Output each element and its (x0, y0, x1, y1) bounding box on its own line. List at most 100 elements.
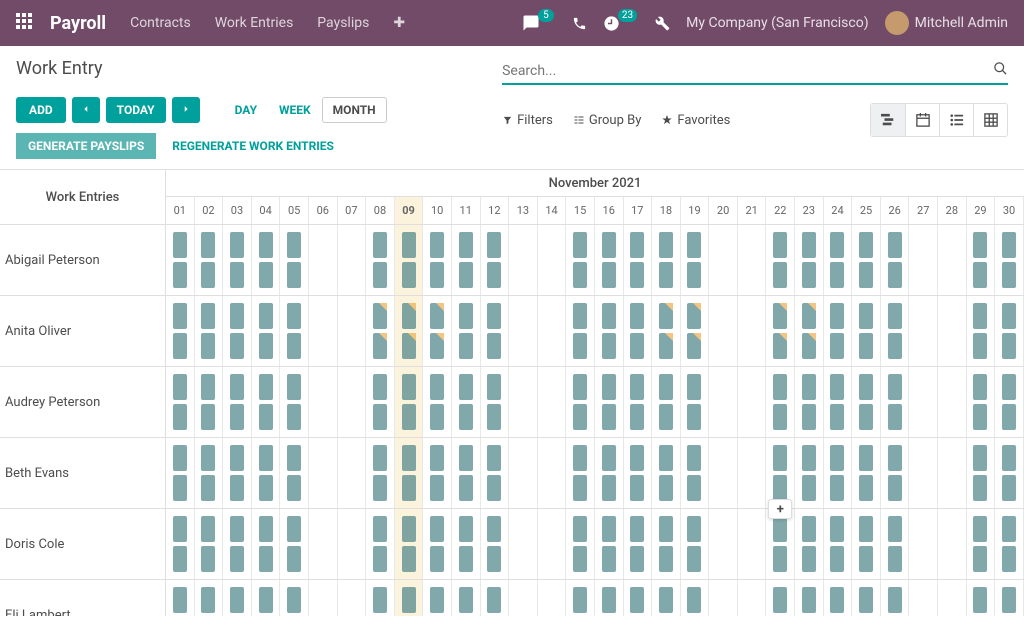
work-entry-pill[interactable] (687, 232, 701, 258)
gantt-cell[interactable] (509, 509, 538, 579)
gantt-cell[interactable] (452, 438, 481, 508)
gantt-cell[interactable] (824, 296, 853, 366)
gantt-cell[interactable] (223, 367, 252, 437)
gantt-cell[interactable] (852, 438, 881, 508)
work-entry-pill[interactable] (201, 516, 215, 542)
work-entry-pill[interactable] (830, 232, 844, 258)
work-entry-pill[interactable] (802, 445, 816, 471)
gantt-cell[interactable] (738, 296, 767, 366)
work-entry-pill[interactable] (630, 445, 644, 471)
work-entry-pill[interactable] (173, 374, 187, 400)
work-entry-pill[interactable] (830, 445, 844, 471)
gantt-cell[interactable] (338, 580, 367, 616)
add-button[interactable]: ADD (16, 97, 66, 123)
work-entry-pill[interactable] (259, 262, 273, 288)
work-entry-pill[interactable] (402, 404, 416, 430)
work-entry-pill[interactable] (859, 232, 873, 258)
work-entry-pill[interactable] (430, 445, 444, 471)
work-entry-pill[interactable] (459, 374, 473, 400)
work-entry-pill[interactable] (573, 587, 587, 613)
gantt-cell[interactable] (280, 438, 309, 508)
work-entry-pill[interactable] (630, 262, 644, 288)
work-entry-pill[interactable] (773, 303, 787, 329)
gantt-cell[interactable] (967, 367, 996, 437)
work-entry-pill[interactable] (630, 475, 644, 501)
work-entry-pill[interactable] (659, 546, 673, 572)
work-entry-pill[interactable] (630, 404, 644, 430)
work-entry-pill[interactable] (602, 404, 616, 430)
gantt-cell[interactable] (652, 296, 681, 366)
work-entry-pill[interactable] (888, 262, 902, 288)
gantt-cell[interactable] (166, 225, 195, 295)
work-entry-pill[interactable] (201, 303, 215, 329)
gantt-cell[interactable] (938, 509, 967, 579)
gantt-cell[interactable] (252, 580, 281, 616)
work-entry-pill[interactable] (230, 232, 244, 258)
gantt-cell[interactable] (709, 296, 738, 366)
work-entry-pill[interactable] (487, 333, 501, 359)
work-entry-pill[interactable] (630, 303, 644, 329)
work-entry-pill[interactable] (201, 475, 215, 501)
gantt-cell[interactable] (738, 438, 767, 508)
work-entry-pill[interactable] (402, 232, 416, 258)
work-entry-pill[interactable] (802, 475, 816, 501)
work-entry-pill[interactable] (287, 445, 301, 471)
gantt-cell[interactable] (595, 296, 624, 366)
work-entry-pill[interactable] (487, 262, 501, 288)
gantt-cell[interactable] (509, 225, 538, 295)
work-entry-pill[interactable] (659, 374, 673, 400)
work-entry-pill[interactable] (459, 445, 473, 471)
work-entry-pill[interactable] (773, 404, 787, 430)
work-entry-pill[interactable] (802, 333, 816, 359)
gantt-cell[interactable] (652, 367, 681, 437)
regenerate-entries-button[interactable]: REGENERATE WORK ENTRIES (172, 133, 334, 159)
generate-payslips-button[interactable]: GENERATE PAYSLIPS (16, 133, 156, 159)
gantt-cell[interactable] (338, 367, 367, 437)
gantt-cell[interactable] (223, 225, 252, 295)
gantt-cell[interactable] (223, 438, 252, 508)
work-entry-pill[interactable] (659, 516, 673, 542)
groupby-button[interactable]: Group By (573, 113, 642, 128)
gantt-cell[interactable] (252, 367, 281, 437)
gantt-cell[interactable] (709, 580, 738, 616)
gantt-cell[interactable] (366, 438, 395, 508)
work-entry-pill[interactable] (487, 475, 501, 501)
work-entry-pill[interactable] (1002, 475, 1016, 501)
work-entry-pill[interactable] (802, 546, 816, 572)
gantt-cell[interactable] (595, 225, 624, 295)
gantt-cell[interactable] (881, 367, 910, 437)
gantt-cell[interactable] (852, 509, 881, 579)
company-selector[interactable]: My Company (San Francisco) (686, 15, 868, 31)
work-entry-pill[interactable] (630, 516, 644, 542)
work-entry-pill[interactable] (287, 404, 301, 430)
work-entry-pill[interactable] (1002, 374, 1016, 400)
gantt-cell[interactable] (995, 580, 1024, 616)
gantt-cell[interactable] (824, 509, 853, 579)
work-entry-pill[interactable] (459, 516, 473, 542)
gantt-cell[interactable] (709, 367, 738, 437)
work-entry-pill[interactable] (459, 404, 473, 430)
favorites-button[interactable]: Favorites (661, 113, 730, 128)
gantt-cell[interactable] (681, 438, 710, 508)
work-entry-pill[interactable] (230, 303, 244, 329)
gantt-cell[interactable] (766, 580, 795, 616)
work-entry-pill[interactable] (201, 333, 215, 359)
work-entry-pill[interactable] (859, 262, 873, 288)
work-entry-pill[interactable] (487, 445, 501, 471)
work-entry-pill[interactable] (973, 516, 987, 542)
gantt-cell[interactable] (538, 296, 567, 366)
gantt-cell[interactable] (967, 580, 996, 616)
gantt-cell[interactable] (452, 580, 481, 616)
work-entry-pill[interactable] (259, 232, 273, 258)
work-entry-pill[interactable] (430, 404, 444, 430)
gantt-cell[interactable] (195, 438, 224, 508)
work-entry-pill[interactable] (973, 546, 987, 572)
apps-icon[interactable] (16, 13, 32, 34)
gantt-cell[interactable] (938, 580, 967, 616)
employee-row-label[interactable]: Beth Evans (0, 438, 165, 509)
work-entry-pill[interactable] (573, 262, 587, 288)
work-entry-pill[interactable] (402, 262, 416, 288)
gantt-cell[interactable] (166, 580, 195, 616)
work-entry-pill[interactable] (602, 333, 616, 359)
work-entry-pill[interactable] (1002, 232, 1016, 258)
